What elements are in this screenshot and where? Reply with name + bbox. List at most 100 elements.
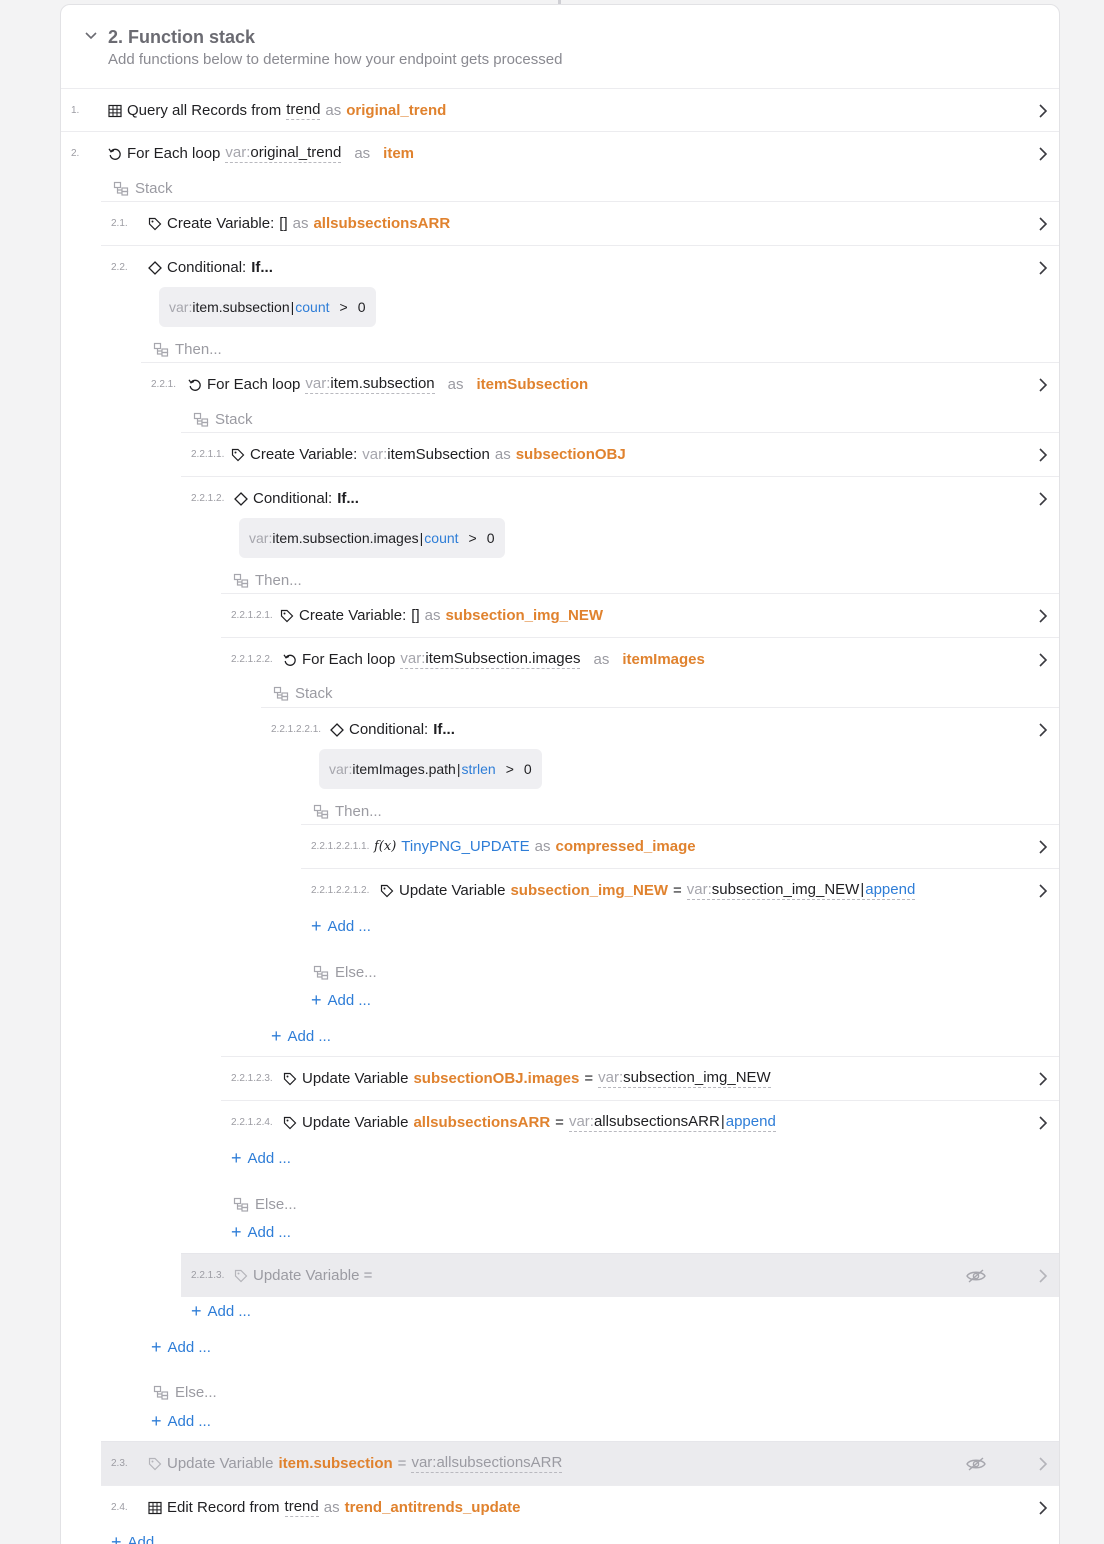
function-row-2-2-1[interactable]: 2.2.1. For Each loop var:item.subsection… [141,362,1059,406]
function-row-2-2-1-2-2-1-2[interactable]: 2.2.1.2.2.1.2. Update Variable subsectio… [301,868,1059,912]
step-number: 2.2.1.1. [191,449,225,460]
condition-expression[interactable]: var: item.subsection.images | count >0 [239,518,505,558]
chevron-right-icon[interactable] [1035,883,1051,899]
then-text: Then... [175,341,222,358]
then-text: Then... [255,572,302,589]
loop-alias[interactable]: itemSubsection [476,376,588,393]
add-function-button[interactable]: + Add ... [191,1302,251,1320]
eye-off-icon[interactable] [965,1456,987,1472]
variable-source[interactable]: itemSubsection [387,446,490,463]
source-variable[interactable]: allsubsectionsARR [594,1113,720,1130]
target-variable[interactable]: subsection_img_NEW [510,882,668,899]
step-number: 2.2.1.2.3. [231,1073,273,1084]
loop-source[interactable]: itemSubsection.images [425,650,580,667]
filter-strlen: strlen [461,761,496,777]
chevron-right-icon[interactable] [1035,377,1051,393]
output-alias[interactable]: trend_antitrends_update [345,1499,521,1516]
chevron-right-icon[interactable] [1035,722,1051,738]
source-variable[interactable]: subsection_img_NEW [712,881,860,898]
add-function-button[interactable]: + Add [111,1533,154,1544]
chevron-right-icon[interactable] [1035,1268,1051,1284]
var-prefix: var: [249,530,273,546]
function-row-2-2-1-2[interactable]: 2.2.1.2. Conditional: If... [181,476,1059,520]
stack-icon [193,412,209,427]
function-row-2-2-1-2-2-1-1[interactable]: 2.2.1.2.2.1.1. f(x) TinyPNG_UPDATE as co… [301,824,1059,868]
source-variable[interactable]: subsection_img_NEW [623,1069,771,1086]
table-name[interactable]: trend [286,101,321,120]
add-function-button[interactable]: + Add ... [231,1223,291,1241]
output-alias[interactable]: compressed_image [556,838,696,855]
function-row-1[interactable]: 1. Query all Records from trend as origi… [61,88,1059,132]
chevron-right-icon[interactable] [1035,447,1051,463]
chevron-right-icon[interactable] [1035,146,1051,162]
chevron-right-icon[interactable] [1035,608,1051,624]
add-function-button[interactable]: + Add ... [151,1412,211,1430]
chevron-right-icon[interactable] [1035,1500,1051,1516]
add-label: Add [127,1533,155,1544]
source-variable[interactable]: allsubsectionsARR [436,1454,562,1471]
chevron-right-icon[interactable] [1035,216,1051,232]
add-function-button[interactable]: + Add ... [271,1027,331,1045]
function-row-2-2-1-2-4[interactable]: 2.2.1.2.4. Update Variable allsubsection… [221,1100,1059,1144]
stack-icon [113,181,129,196]
function-row-2-2-1-2-1[interactable]: 2.2.1.2.1. Create Variable: [] as subsec… [221,593,1059,637]
loop-source[interactable]: item.subsection [330,375,434,392]
chevron-right-icon[interactable] [1035,260,1051,276]
empty-array-value[interactable]: [] [279,215,287,232]
loop-source[interactable]: original_trend [250,144,341,161]
chevron-down-icon[interactable] [83,29,99,43]
else-text: Else... [175,1384,217,1401]
filter-append[interactable]: append [726,1113,776,1130]
step-number: 2.2.1. [151,379,177,390]
for-each-label: For Each loop [207,376,301,393]
stack-label: Stack [193,411,253,428]
function-row-2-2-1-3-disabled[interactable]: 2.2.1.3. Update Variable = [181,1253,1059,1297]
conditional-diamond-icon [148,260,162,275]
target-variable[interactable]: subsectionOBJ.images [413,1070,579,1087]
empty-array-value[interactable]: [] [411,607,419,624]
add-label: Add ... [207,1302,251,1320]
condition-variable: item.subsection [192,299,290,315]
chevron-right-icon[interactable] [1035,103,1051,119]
add-function-button[interactable]: + Add ... [151,1338,211,1356]
table-name[interactable]: trend [284,1498,319,1517]
eye-off-icon[interactable] [965,1268,987,1284]
function-row-2-1[interactable]: 2.1. Create Variable: [] as allsubsectio… [101,201,1059,245]
function-row-2-2-1-2-2[interactable]: 2.2.1.2.2. For Each loop var:itemSubsect… [221,637,1059,681]
function-row-2-2[interactable]: 2.2. Conditional: If... [101,245,1059,289]
function-row-2-2-1-1[interactable]: 2.2.1.1. Create Variable: var:itemSubsec… [181,432,1059,476]
function-name[interactable]: TinyPNG_UPDATE [401,838,529,855]
variable-name[interactable]: allsubsectionsARR [313,215,450,232]
function-row-2-4[interactable]: 2.4. Edit Record from trend as trend_ant… [101,1485,1059,1529]
var-prefix: var: [400,650,426,667]
as-keyword: as [424,607,441,624]
add-function-button[interactable]: + Add ... [311,991,371,1009]
variable-name[interactable]: subsectionOBJ [516,446,626,463]
function-row-2-3-disabled[interactable]: 2.3. Update Variable item.subsection = v… [101,1441,1059,1485]
conditional-diamond-icon [330,722,344,737]
chevron-right-icon[interactable] [1035,1456,1051,1472]
chevron-right-icon[interactable] [1035,1071,1051,1087]
condition-expression[interactable]: var: itemImages.path | strlen >0 [319,749,542,789]
function-row-2[interactable]: 2. For Each loop var:original_trend as i… [61,131,1059,175]
as-keyword: as [354,145,371,162]
condition-expression[interactable]: var: item.subsection | count >0 [159,287,376,327]
variable-name[interactable]: subsection_img_NEW [445,607,603,624]
chevron-right-icon[interactable] [1035,491,1051,507]
output-alias[interactable]: original_trend [346,102,446,119]
chevron-right-icon[interactable] [1035,652,1051,668]
filter-append[interactable]: append [865,881,915,898]
add-function-button[interactable]: + Add ... [231,1149,291,1167]
update-variable-label: Update Variable [399,882,506,899]
loop-alias[interactable]: itemImages [622,651,705,668]
target-variable[interactable]: item.subsection [278,1455,392,1472]
chevron-right-icon[interactable] [1035,1115,1051,1131]
function-row-2-2-1-2-3[interactable]: 2.2.1.2.3. Update Variable subsectionOBJ… [221,1056,1059,1100]
add-label: Add ... [167,1338,211,1356]
loop-alias[interactable]: item [383,145,414,162]
chevron-right-icon[interactable] [1035,839,1051,855]
add-function-button[interactable]: + Add ... [311,917,371,935]
else-label: Else... [233,1196,297,1213]
function-row-2-2-1-2-2-1[interactable]: 2.2.1.2.2.1. Conditional: If... [261,707,1059,751]
target-variable[interactable]: allsubsectionsARR [413,1114,550,1131]
